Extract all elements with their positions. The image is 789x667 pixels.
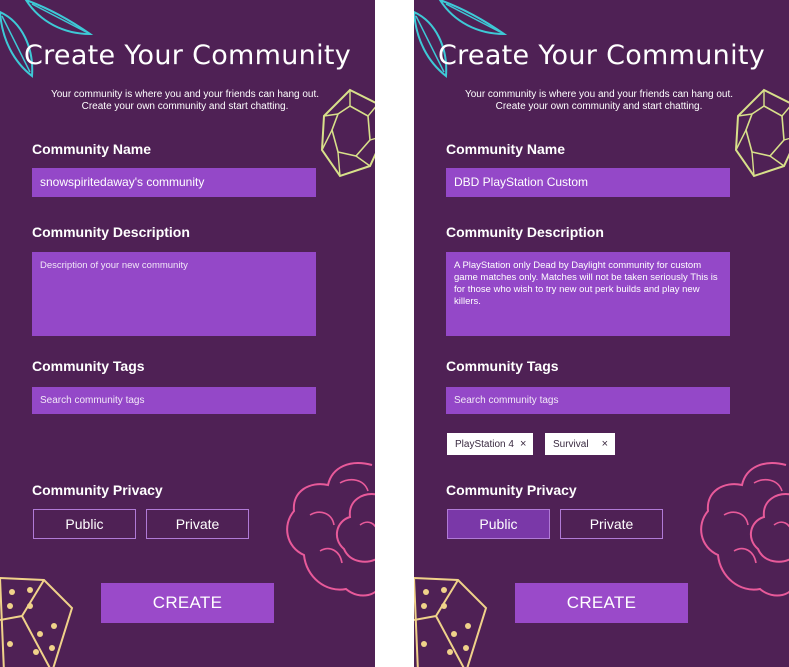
create-community-screen-filled: Create Your Community Your community is … <box>414 0 789 667</box>
page-subtitle: Your community is where you and your fri… <box>50 89 320 112</box>
rose-icon <box>286 462 375 597</box>
privacy-public-button[interactable]: Public <box>33 509 136 539</box>
tag-search-input[interactable] <box>446 387 730 414</box>
create-button[interactable]: CREATE <box>515 583 688 623</box>
page-subtitle: Your community is where you and your fri… <box>464 89 734 112</box>
gem-icon <box>320 88 375 178</box>
community-description-label: Community Description <box>446 224 604 240</box>
community-privacy-label: Community Privacy <box>32 482 163 498</box>
community-privacy-label: Community Privacy <box>446 482 577 498</box>
community-name-input[interactable] <box>446 168 730 197</box>
privacy-private-button[interactable]: Private <box>146 509 249 539</box>
rose-icon <box>700 462 789 597</box>
dice-icon <box>0 576 74 667</box>
page-title: Create Your Community <box>437 40 766 71</box>
close-icon[interactable]: × <box>520 433 526 455</box>
page-title: Create Your Community <box>23 40 352 71</box>
community-tags-label: Community Tags <box>32 358 145 374</box>
tag-chip-label: Survival <box>553 439 589 450</box>
community-tags-label: Community Tags <box>446 358 559 374</box>
community-name-label: Community Name <box>446 141 566 157</box>
close-icon[interactable]: × <box>602 433 608 455</box>
privacy-private-button[interactable]: Private <box>560 509 663 539</box>
dice-icon <box>414 576 488 667</box>
community-name-input[interactable] <box>32 168 316 197</box>
community-description-input[interactable]: A PlayStation only Dead by Daylight comm… <box>446 252 730 336</box>
community-description-label: Community Description <box>32 224 190 240</box>
community-name-label: Community Name <box>32 141 152 157</box>
privacy-public-button[interactable]: Public <box>447 509 550 539</box>
tag-chip: Survival × <box>545 433 616 455</box>
community-description-input[interactable] <box>32 252 316 336</box>
create-button[interactable]: CREATE <box>101 583 274 623</box>
tag-chip: PlayStation 4 × <box>447 433 534 455</box>
create-community-screen-empty: Create Your Community Your community is … <box>0 0 375 667</box>
tag-search-input[interactable] <box>32 387 316 414</box>
tag-chip-label: PlayStation 4 <box>455 439 514 450</box>
gem-icon <box>734 88 789 178</box>
